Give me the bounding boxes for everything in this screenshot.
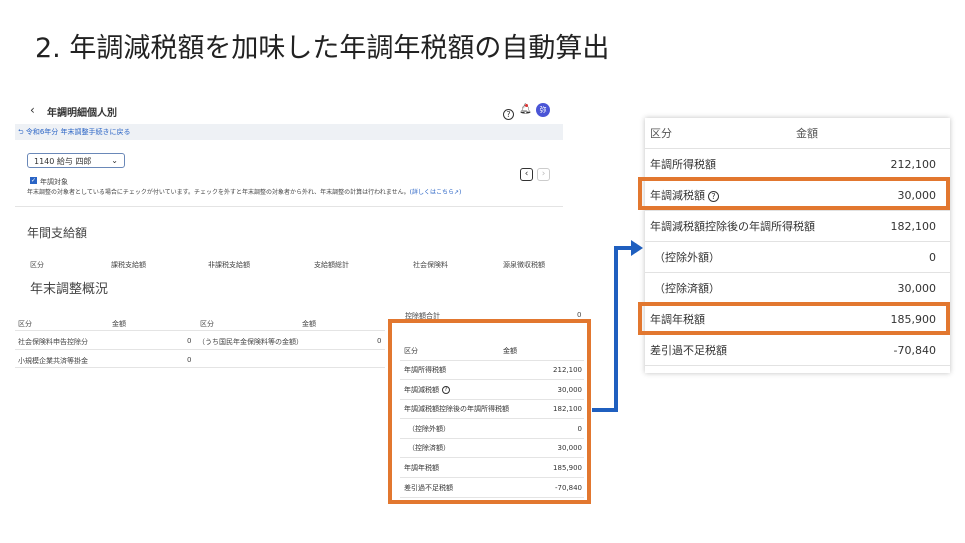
tax-row-value: 30,000: [897, 281, 937, 295]
tax-row: 年調所得税額 212,100: [645, 149, 950, 180]
tax-row-value: 182,100: [890, 219, 937, 233]
details-link[interactable]: (詳しくはこちら: [410, 189, 454, 196]
tax-row-label: 差引過不足税額: [404, 483, 453, 492]
tax-row: （控除済額） 30,000: [645, 273, 950, 304]
tax-row: （控除済額） 30,000: [400, 439, 584, 459]
col-header: 源泉徴収税額: [503, 261, 545, 269]
chevron-down-icon: ⌄: [111, 156, 118, 165]
tax-row: 年調減税額? 30,000: [400, 381, 584, 400]
help-icon[interactable]: ?: [503, 109, 514, 120]
target-checkbox[interactable]: ✓: [30, 177, 37, 184]
col-header: 金額: [112, 320, 126, 328]
cell: 社会保険料申告控除分: [18, 338, 88, 346]
col-header: 社会保険料: [413, 261, 448, 269]
annual-pay-heading: 年間支給額: [27, 226, 88, 240]
cell: （うち国民年金保険料等の金額）: [198, 338, 303, 346]
tax-row-label: 年調減税額: [404, 385, 439, 394]
tax-row-label: （控除外額）: [654, 251, 720, 264]
tax-row: 年調年税額 185,900: [400, 459, 584, 478]
tax-row-value: 212,100: [890, 157, 937, 171]
tax-row-label: 年調所得税額: [404, 366, 446, 374]
cell: 小規模企業共済等掛金: [18, 357, 88, 365]
cell: 0: [377, 337, 382, 345]
tax-row-label: 年調年税額: [404, 464, 439, 472]
col-header: 課税支給額: [111, 261, 146, 269]
col-header: 区分: [200, 320, 214, 328]
col-header: 区分: [30, 261, 44, 269]
employee-select-value: 1140 給与 四郎: [34, 157, 92, 166]
tax-row-label: 年調減税額控除後の年調所得税額: [404, 405, 509, 414]
tax-row: 差引過不足税額 -70,840: [645, 335, 950, 366]
tax-row-label: （控除済額）: [408, 444, 450, 453]
prev-button[interactable]: ‹: [520, 168, 533, 181]
col-header: 区分: [650, 127, 672, 140]
tax-row-value: 182,100: [553, 405, 582, 414]
slide-title: 2. 年調減税額を加味した年調年税額の自動算出: [35, 33, 610, 64]
arrow-head: [631, 240, 643, 256]
col-header: 金額: [796, 127, 818, 140]
highlight-box: [638, 177, 950, 210]
cell: 0: [187, 356, 192, 364]
back-link[interactable]: ⮌ 令和6年分 年末調整手続きに戻る: [18, 127, 131, 139]
external-link-icon: ↗): [453, 189, 462, 196]
col-header: 金額: [503, 347, 517, 355]
tax-row: 年調減税額控除後の年調所得税額 182,100: [400, 400, 584, 420]
back-link-label: 令和6年分 年末調整手続きに戻る: [25, 128, 131, 136]
page-title: 年調明細個人別: [47, 108, 117, 119]
tax-row-value: 0: [577, 424, 582, 433]
tax-row-label: 差引過不足税額: [650, 344, 727, 357]
col-header: 金額: [302, 320, 316, 328]
tax-row-value: -70,840: [893, 343, 936, 357]
divider: [15, 206, 563, 207]
overview-heading: 年末調整概況: [30, 282, 109, 297]
tax-row: 年調減税額控除後の年調所得税額 182,100: [645, 211, 950, 242]
tax-row: （控除外額） 0: [400, 420, 584, 439]
tax-row: 差引過不足税額 -70,840: [400, 479, 584, 498]
col-header: 支給額総計: [314, 261, 349, 269]
tax-row-value: 30,000: [557, 385, 583, 394]
col-header: 非課税支給額: [208, 261, 250, 269]
tax-row-value: 212,100: [553, 366, 582, 374]
tax-row-label: （控除外額）: [408, 424, 450, 433]
tax-row: （控除外額） 0: [645, 242, 950, 273]
tax-row-label: 年調減税額控除後の年調所得税額: [650, 220, 815, 233]
next-button[interactable]: ›: [537, 168, 550, 181]
tax-row-label: 年調所得税額: [650, 158, 716, 171]
checkbox-label: 年調対象: [40, 178, 68, 186]
col-header: 区分: [18, 320, 32, 328]
arrow-line: [592, 246, 633, 412]
bell-icon[interactable]: 🔔︎: [519, 104, 532, 115]
tax-row-label: （控除済額）: [654, 282, 720, 295]
back-chevron-icon[interactable]: ‹: [30, 103, 35, 117]
avatar[interactable]: 弥: [536, 103, 550, 117]
cell: 0: [187, 337, 192, 345]
help-icon[interactable]: ?: [442, 385, 450, 394]
highlight-box: [638, 302, 950, 335]
col-header: 区分: [404, 347, 418, 355]
tax-row-value: -70,840: [554, 483, 582, 492]
tax-row: 年調所得税額 212,100: [400, 361, 584, 380]
employee-select[interactable]: 1140 給与 四郎 ⌄: [27, 153, 125, 168]
notice-text: 年末調整の対象者としている場合にチェックが付いています。チェックを外すと年末調整…: [27, 189, 410, 196]
tax-row-value: 0: [929, 250, 936, 264]
deduction-total-value: 0: [577, 311, 582, 319]
tax-row-value: 185,900: [553, 464, 582, 472]
tax-row-value: 30,000: [557, 444, 583, 453]
